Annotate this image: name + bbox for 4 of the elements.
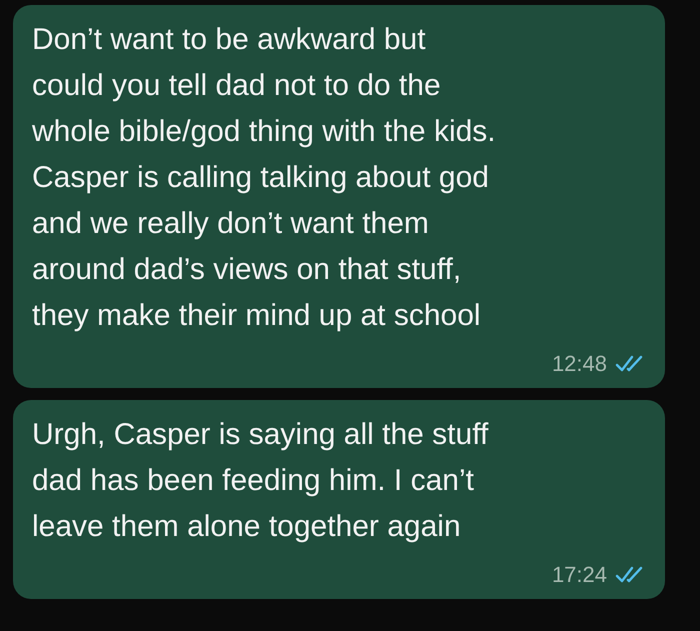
message-text: Don’t want to be awkward but could you tell dad not to do the whole bible/god thing with the kids. Casper is calling talking about god and we really don’t want them around dad’s views on that stuff, they make their mind up at school — [32, 22, 497, 334]
message-time: 17:24 — [552, 561, 607, 589]
message-text: Urgh, Casper is saying all the stuff dad has been feeding him. I can’t leave them alone together again — [32, 417, 490, 545]
message-time: 12:48 — [552, 350, 607, 378]
